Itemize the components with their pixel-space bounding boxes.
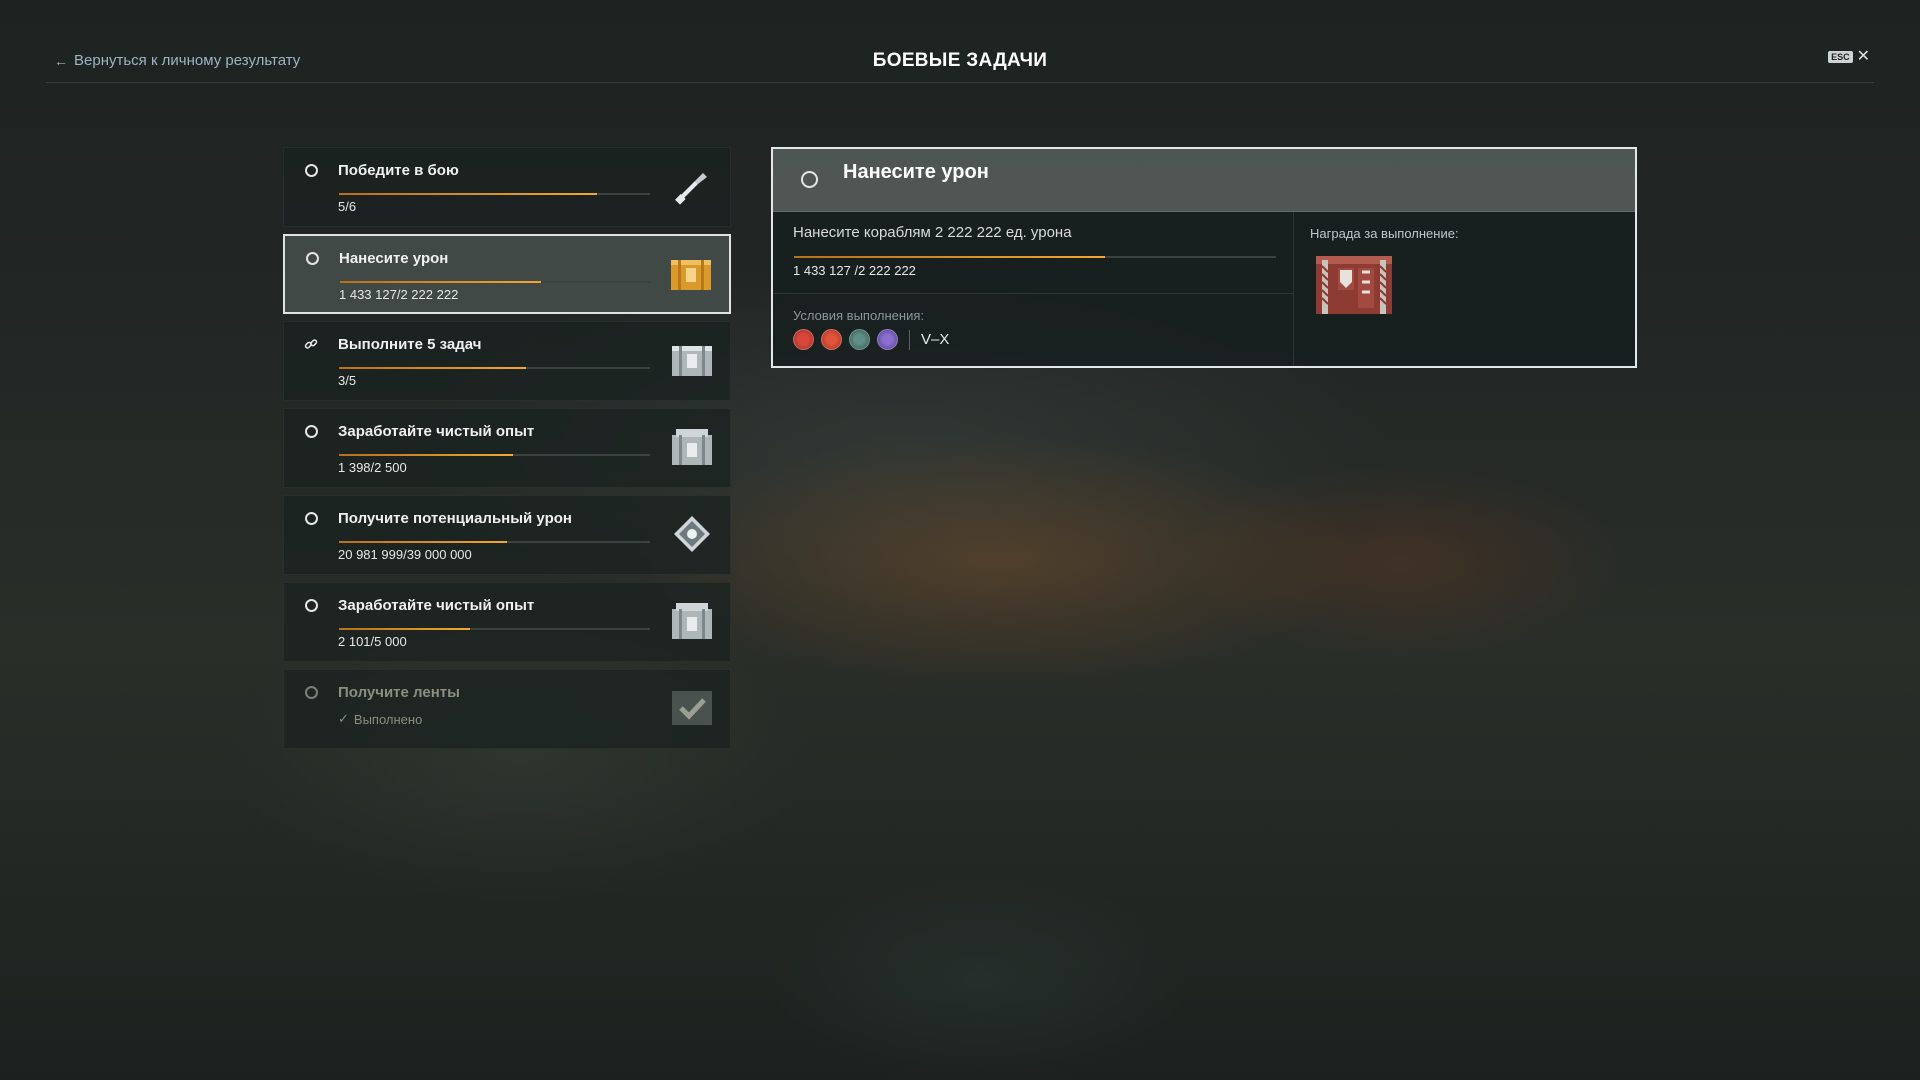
divider (773, 293, 1293, 294)
detail-header: Нанесите урон (773, 149, 1635, 212)
progress-total: 39 000 000 (406, 547, 472, 562)
task-progress-bar (339, 628, 650, 630)
task-item[interactable]: Выполните 5 задач 3/5 (283, 321, 731, 401)
task-title: Нанесите урон (339, 250, 449, 267)
task-item[interactable]: Получите потенциальный урон 20 981 999/3… (283, 495, 731, 575)
task-title: Заработайте чистый опыт (338, 423, 535, 440)
task-progress-count: 5/6 (338, 199, 357, 214)
progress-fill (339, 541, 507, 543)
progress-fill (339, 454, 514, 456)
status-circle-icon (304, 511, 318, 525)
detail-progress-count: 1 433 127 /2 222 222 (793, 263, 916, 278)
task-item-selected[interactable]: Нанесите урон 1 433 127/2 222 222 (283, 234, 731, 314)
progress-current: 3 (338, 373, 346, 388)
task-progress-count: 2 101/5 000 (338, 634, 407, 649)
tier-range: V–X (921, 331, 950, 348)
task-progress-bar (339, 367, 650, 369)
detail-description: Нанесите кораблям 2 222 222 ед. урона (793, 224, 1072, 241)
status-circle-icon (305, 251, 319, 265)
progress-fill (339, 193, 598, 195)
task-title: Получите потенциальный урон (338, 510, 572, 527)
page-title: БОЕВЫЕ ЗАДАЧИ (872, 50, 1048, 71)
reward-label: Награда за выполнение: (1310, 226, 1459, 241)
progress-current: 5 (338, 199, 346, 214)
progress-current: 2 101 (338, 634, 371, 649)
task-title: Получите ленты (338, 684, 460, 701)
silver-container-icon (670, 339, 714, 381)
progress-total: 5 (348, 373, 357, 388)
task-progress-count: 3/5 (338, 373, 357, 388)
detail-conditions: Нанесите кораблям 2 222 222 ед. урона 1 … (773, 212, 1294, 366)
progress-total: 6 (348, 199, 357, 214)
progress-fill (340, 281, 541, 283)
status-circle-icon (304, 163, 318, 177)
task-title: Заработайте чистый опыт (338, 597, 535, 614)
progress-current: 1 433 127 (339, 287, 397, 302)
task-progress-bar (339, 454, 650, 456)
header: ← Вернуться к личному результату БОЕВЫЕ … (46, 40, 1874, 83)
detail-progress-bar (794, 256, 1276, 258)
progress-total: 5 000 (374, 634, 407, 649)
status-circle-icon (801, 171, 818, 188)
task-progress-count: 1 433 127/2 222 222 (339, 287, 459, 302)
conditions-label: Условия выполнения: (793, 308, 924, 323)
progress-fill (794, 256, 1105, 258)
task-progress-count: 20 981 999/39 000 000 (338, 547, 472, 562)
task-list: Победите в бою 5/6 Нанесите урон 1 433 1… (283, 147, 731, 756)
status-circle-icon (304, 598, 318, 612)
close-icon: ✕ (1856, 48, 1870, 65)
task-title: Выполните 5 задач (338, 336, 482, 353)
ussr-nation-icon (821, 329, 842, 350)
progress-current: 1 433 127 (793, 263, 851, 278)
link-icon (304, 337, 318, 351)
task-item-completed[interactable]: Получите ленты ✓ Выполнено (283, 669, 731, 749)
status-circle-icon (304, 424, 318, 438)
divider (909, 329, 910, 350)
task-detail-panel: Нанесите урон Нанесите кораблям 2 222 22… (771, 147, 1637, 368)
task-item[interactable]: Заработайте чистый опыт 1 398/2 500 (283, 408, 731, 488)
brush-icon (670, 165, 714, 207)
task-progress-count: 1 398/2 500 (338, 460, 407, 475)
progress-fill (339, 628, 470, 630)
checkmark-icon: ✓ (338, 711, 349, 726)
completed-label: Выполнено (353, 711, 423, 727)
progress-current: 1 398 (338, 460, 371, 475)
conditions-row: V–X (793, 329, 949, 350)
completed-status: ✓ Выполнено (338, 711, 422, 727)
silver-container-icon (670, 600, 714, 642)
progress-total: 2 222 222 (400, 287, 459, 302)
check-icon (670, 687, 714, 729)
close-button[interactable]: ESC ✕ (1828, 48, 1870, 65)
task-progress-bar (339, 541, 650, 543)
task-progress-bar (339, 193, 650, 195)
detail-reward: Награда за выполнение: (1294, 212, 1635, 366)
silver-container-icon (670, 426, 714, 468)
detail-title: Нанесите урон (843, 161, 989, 183)
progress-total: 2 222 222 (858, 263, 916, 278)
progress-fill (339, 367, 526, 369)
progress-total: 2 500 (374, 460, 407, 475)
europe-nation-icon (877, 329, 898, 350)
task-title: Победите в бою (338, 162, 459, 179)
task-item[interactable]: Заработайте чистый опыт 2 101/5 000 (283, 582, 731, 662)
task-item[interactable]: Победите в бою 5/6 (283, 147, 731, 227)
esc-key-badge: ESC (1828, 51, 1853, 63)
pan-asia-nation-icon (849, 329, 870, 350)
diamond-icon (670, 513, 714, 555)
red-container-icon[interactable] (1314, 252, 1394, 323)
task-progress-bar (340, 281, 651, 283)
gold-container-icon (669, 253, 713, 295)
status-circle-icon (304, 685, 318, 699)
progress-current: 20 981 999 (338, 547, 404, 562)
japan-nation-icon (793, 329, 814, 350)
